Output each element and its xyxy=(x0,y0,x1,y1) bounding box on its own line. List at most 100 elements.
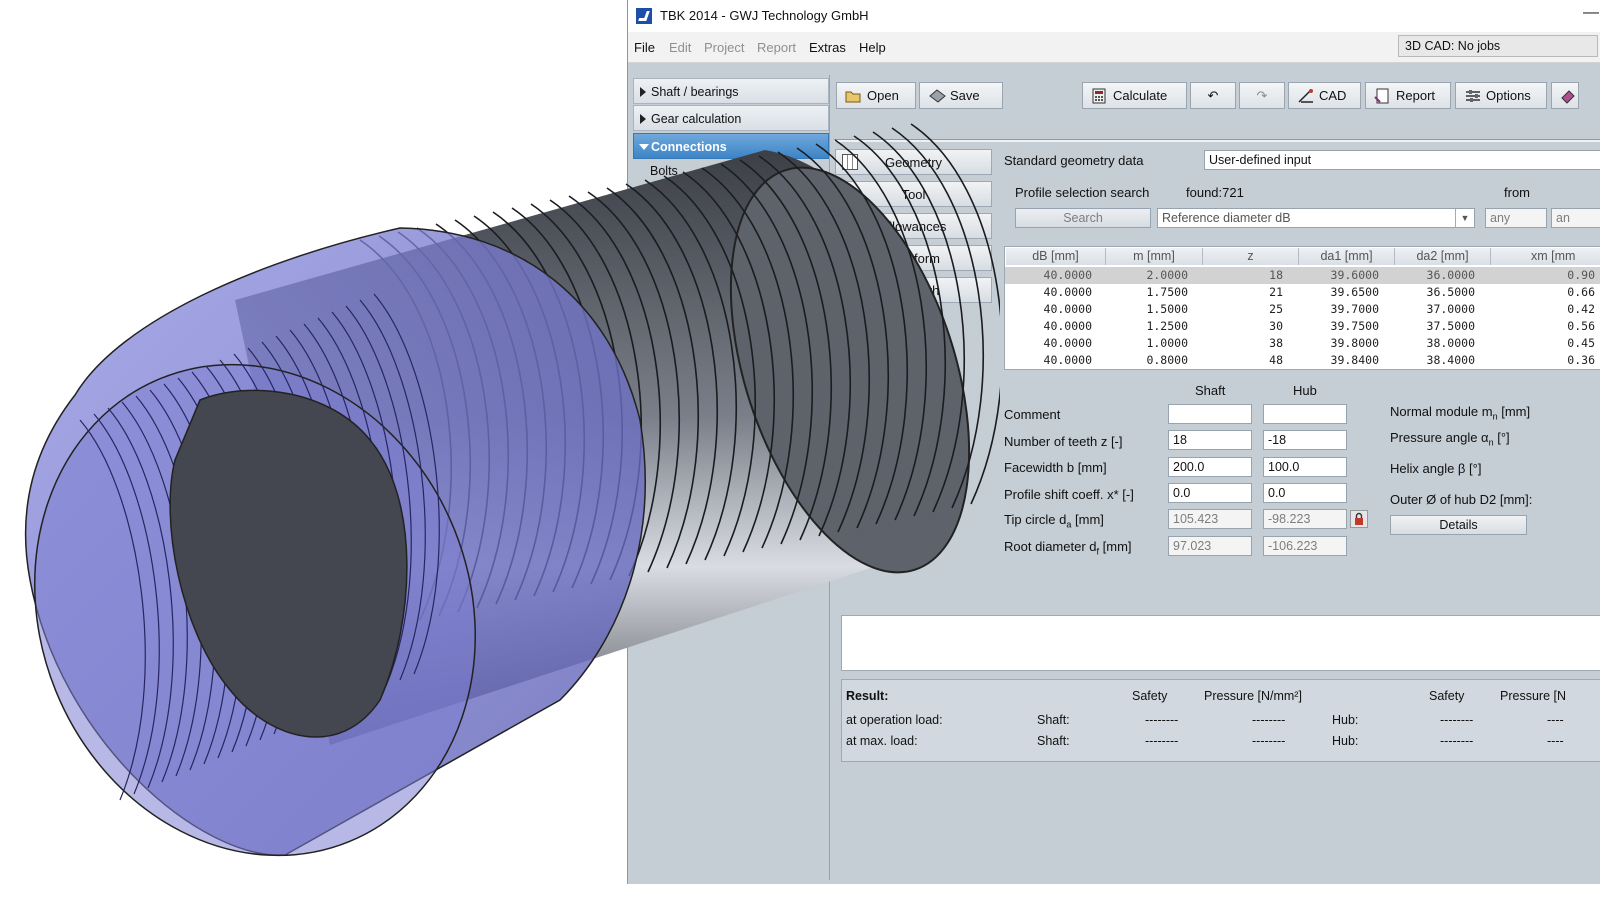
table-row[interactable]: 40.0000 1.7500 21 39.6500 36.5000 0.66 xyxy=(1005,284,1600,301)
op-shaft-label: Shaft: xyxy=(1037,713,1070,727)
table-cell: 37.5000 xyxy=(1426,319,1475,333)
table-cell: 0.56 xyxy=(1567,319,1595,333)
max-hub-pressure: ---- xyxy=(1547,734,1564,748)
table-cell: 30 xyxy=(1269,319,1283,333)
max-shaft-pressure: -------- xyxy=(1252,734,1286,748)
table-row[interactable]: 40.0000 1.5000 25 39.7000 37.0000 0.42 xyxy=(1005,301,1600,318)
result-pressure-header: Pressure [N/mm²] xyxy=(1204,689,1302,703)
details-button[interactable]: Details xyxy=(1390,515,1527,535)
table-cell: 36.0000 xyxy=(1426,268,1475,282)
table-cell: 0.36 xyxy=(1567,353,1595,367)
root-diameter-label: Root diameter df [mm] xyxy=(1004,539,1132,557)
cad-button[interactable]: CAD xyxy=(1288,82,1361,109)
table-cell: 40.0000 xyxy=(1043,302,1092,316)
hub-body xyxy=(24,227,646,857)
chevron-down-icon: ▼ xyxy=(1455,209,1474,227)
teeth-hub-input[interactable]: -18 xyxy=(1263,430,1347,450)
table-cell: 40.0000 xyxy=(1043,268,1092,282)
profile-shift-label: Profile shift coeff. x* [-] xyxy=(1004,487,1134,502)
cad-status-field: 3D CAD: No jobs xyxy=(1398,35,1598,57)
calculate-button[interactable]: Calculate xyxy=(1082,82,1187,109)
extra-toolbar-button[interactable] xyxy=(1551,82,1579,109)
table-cell: 39.8400 xyxy=(1330,353,1379,367)
facewidth-shaft-input[interactable]: 200.0 xyxy=(1168,457,1252,477)
cad-label: CAD xyxy=(1319,88,1347,103)
table-cell: 38 xyxy=(1269,336,1283,350)
op-hub-safety: -------- xyxy=(1440,713,1474,727)
col-hub-header: Hub xyxy=(1293,383,1317,398)
minimize-button[interactable]: — xyxy=(1583,4,1599,22)
root-diameter-shaft-input: 97.023 xyxy=(1168,536,1252,556)
options-button[interactable]: Options xyxy=(1455,82,1547,109)
comment-hub-input[interactable] xyxy=(1263,404,1347,424)
search-by-value: Reference diameter dB xyxy=(1162,211,1291,225)
from-input[interactable]: any xyxy=(1485,208,1547,228)
table-cell: 25 xyxy=(1269,302,1283,316)
table-cell: 40.0000 xyxy=(1043,336,1092,350)
search-by-select[interactable]: Reference diameter dB ▼ xyxy=(1157,208,1475,228)
undo-icon: ↶ xyxy=(1207,87,1219,103)
col-header[interactable]: dB [mm] xyxy=(1006,248,1106,265)
profile-shift-shaft-input[interactable]: 0.0 xyxy=(1168,483,1252,503)
table-cell: 1.7500 xyxy=(1146,285,1188,299)
std-geometry-select[interactable]: User-defined input xyxy=(1204,150,1600,170)
search-button[interactable]: Search xyxy=(1015,208,1151,228)
col-header[interactable]: xm [mm xyxy=(1491,248,1600,265)
op-hub-pressure: ---- xyxy=(1547,713,1564,727)
cad-icon xyxy=(1297,88,1313,104)
report-button[interactable]: Report xyxy=(1365,82,1451,109)
table-cell: 36.5000 xyxy=(1426,285,1475,299)
table-cell: 39.8000 xyxy=(1330,336,1379,350)
report-label: Report xyxy=(1396,88,1436,103)
op-shaft-safety: -------- xyxy=(1145,713,1179,727)
found-count: found:721 xyxy=(1186,185,1244,200)
calculate-label: Calculate xyxy=(1113,88,1168,103)
table-row[interactable]: 40.0000 1.0000 38 39.8000 38.0000 0.45 xyxy=(1005,335,1600,352)
table-cell: 39.7000 xyxy=(1330,302,1379,316)
col-header[interactable]: z xyxy=(1203,248,1299,265)
table-cell: 2.0000 xyxy=(1146,268,1188,282)
teeth-shaft-input[interactable]: 18 xyxy=(1168,430,1252,450)
table-cell: 0.90 xyxy=(1567,268,1595,282)
redo-icon: ↷ xyxy=(1256,87,1268,103)
spline-shaft-3d-model xyxy=(24,123,1000,857)
report-icon xyxy=(1374,88,1390,104)
calculator-icon xyxy=(1091,88,1107,104)
table-cell: 38.0000 xyxy=(1426,336,1475,350)
max-hub-safety: -------- xyxy=(1440,734,1474,748)
profile-shift-hub-input[interactable]: 0.0 xyxy=(1263,483,1347,503)
options-icon xyxy=(1464,88,1480,104)
helix-angle-label: Helix angle β [°] xyxy=(1390,461,1482,476)
options-label: Options xyxy=(1486,88,1531,103)
table-row[interactable]: 40.0000 1.2500 30 39.7500 37.5000 0.56 xyxy=(1005,318,1600,335)
table-cell: 1.5000 xyxy=(1146,302,1188,316)
table-cell: 40.0000 xyxy=(1043,353,1092,367)
table-cell: 1.0000 xyxy=(1146,336,1188,350)
std-geometry-label: Standard geometry data xyxy=(1004,153,1144,168)
profile-search-label: Profile selection search xyxy=(1015,185,1150,200)
table-cell: 18 xyxy=(1269,268,1283,282)
pressure-angle-label: Pressure angle αn [°] xyxy=(1390,430,1510,448)
max-shaft-safety: -------- xyxy=(1145,734,1179,748)
col-header[interactable]: m [mm] xyxy=(1106,248,1203,265)
undo-button[interactable]: ↶ xyxy=(1190,82,1236,109)
table-row[interactable]: 40.0000 0.8000 48 39.8400 38.4000 0.36 xyxy=(1005,352,1600,369)
result-safety-header-hub: Safety xyxy=(1429,689,1465,703)
max-shaft-label: Shaft: xyxy=(1037,734,1070,748)
table-cell: 0.8000 xyxy=(1146,353,1188,367)
col-header[interactable]: da2 [mm] xyxy=(1395,248,1491,265)
col-header[interactable]: da1 [mm] xyxy=(1299,248,1395,265)
redo-button[interactable]: ↷ xyxy=(1239,82,1285,109)
to-input[interactable]: an xyxy=(1551,208,1600,228)
comment-shaft-input[interactable] xyxy=(1168,404,1252,424)
lock-icon[interactable] xyxy=(1350,510,1368,528)
table-cell: 21 xyxy=(1269,285,1283,299)
facewidth-hub-input[interactable]: 100.0 xyxy=(1263,457,1347,477)
eraser-icon xyxy=(1560,88,1576,104)
profile-table: dB [mm] m [mm] z da1 [mm] da2 [mm] xm [m… xyxy=(1004,246,1600,370)
col-shaft-header: Shaft xyxy=(1195,383,1226,398)
table-row[interactable]: 40.0000 2.0000 18 39.6000 36.0000 0.90 xyxy=(1005,267,1600,284)
comment-label: Comment xyxy=(1004,407,1061,422)
op-hub-label: Hub: xyxy=(1332,713,1359,727)
table-cell: 39.6500 xyxy=(1330,285,1379,299)
